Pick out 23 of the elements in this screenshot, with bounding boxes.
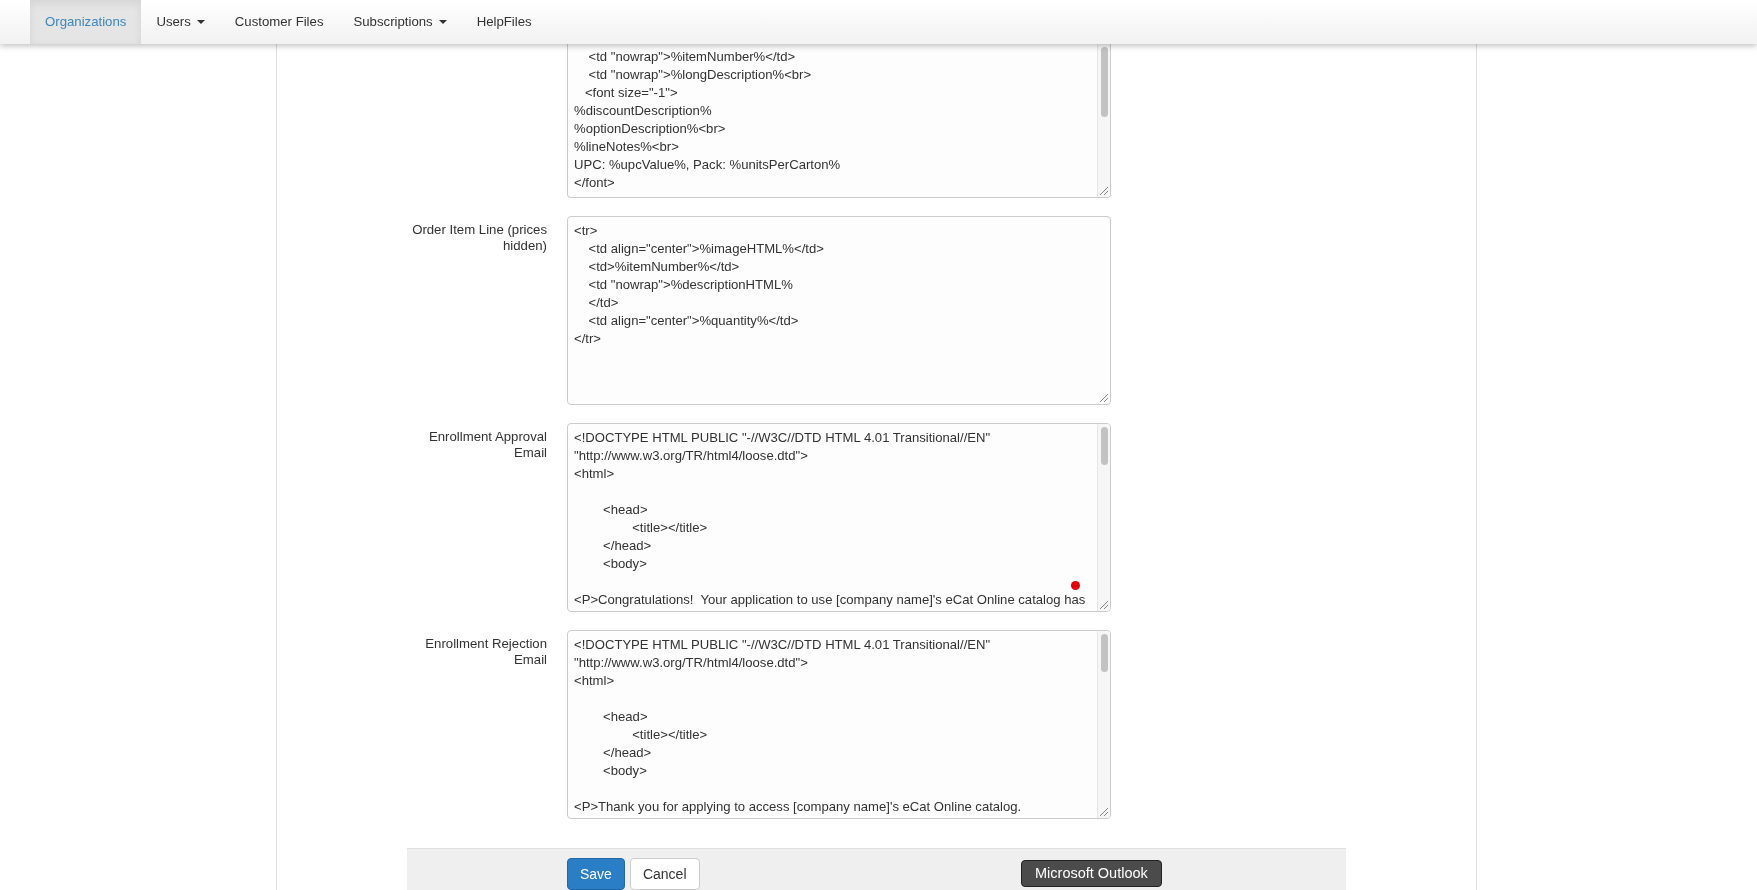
field-label: Enrollment Approval Email: [427, 428, 547, 462]
textarea-field[interactable]: <!DOCTYPE HTML PUBLIC "-//W3C//DTD HTML 4.01 Transitional//EN" "http://www.w3.org/TR/html4/loose.dtd"> <html> <head> <title></title> </head> <body> <P>Thank you for applying to access [company name]'s eCat Online catalog.: [567, 630, 1111, 819]
field-label: Enrollment Rejection Email: [424, 635, 547, 669]
field-label: Order Item Line (prices hidden): [411, 221, 547, 255]
resize-handle-icon[interactable]: [1099, 186, 1108, 195]
form-button[interactable]: Save: [567, 858, 625, 890]
scrollbar[interactable]: [1097, 44, 1110, 197]
nav-tab[interactable]: Customer Files: [219, 0, 339, 44]
nav-tab[interactable]: Users: [141, 0, 220, 44]
tooltip: Microsoft Outlook: [1021, 860, 1162, 887]
form-button[interactable]: Cancel: [629, 858, 700, 890]
scrollbar[interactable]: [1097, 631, 1110, 818]
resize-handle-icon[interactable]: [1099, 393, 1108, 402]
resize-handle-icon[interactable]: [1099, 807, 1108, 816]
caret-icon: [196, 20, 205, 24]
textarea-field[interactable]: <!DOCTYPE HTML PUBLIC "-//W3C//DTD HTML 4.01 Transitional//EN" "http://www.w3.org/TR/html4/loose.dtd"> <html> <head> <title></title> </head> <body> <P>Congratulations! Your application to use [company name]'s eCat Online catalog has: [567, 423, 1111, 612]
nav-tab[interactable]: Subscriptions: [338, 0, 462, 44]
scrollbar[interactable]: [1097, 424, 1110, 611]
textarea-field[interactable]: <tr> <td align="center">%imageHTML%</td> <td>%itemNumber%</td> <td "nowrap">%descriptionHTML% </td> <td align="center">%quantity%</td> </tr>: [567, 216, 1111, 405]
resize-handle-icon[interactable]: [1099, 600, 1108, 609]
nav-tab[interactable]: HelpFiles: [461, 0, 547, 44]
textarea-field[interactable]: <td "nowrap">%itemNumber%</td> <td "nowrap">%longDescription%<br> <font size="-1"> %discountDescription% %optionDescription%<br> %lineNotes%<br> UPC: %upcValue%, Pack: %unitsPerCarton% </font>: [567, 44, 1111, 198]
caret-icon: [438, 20, 447, 24]
